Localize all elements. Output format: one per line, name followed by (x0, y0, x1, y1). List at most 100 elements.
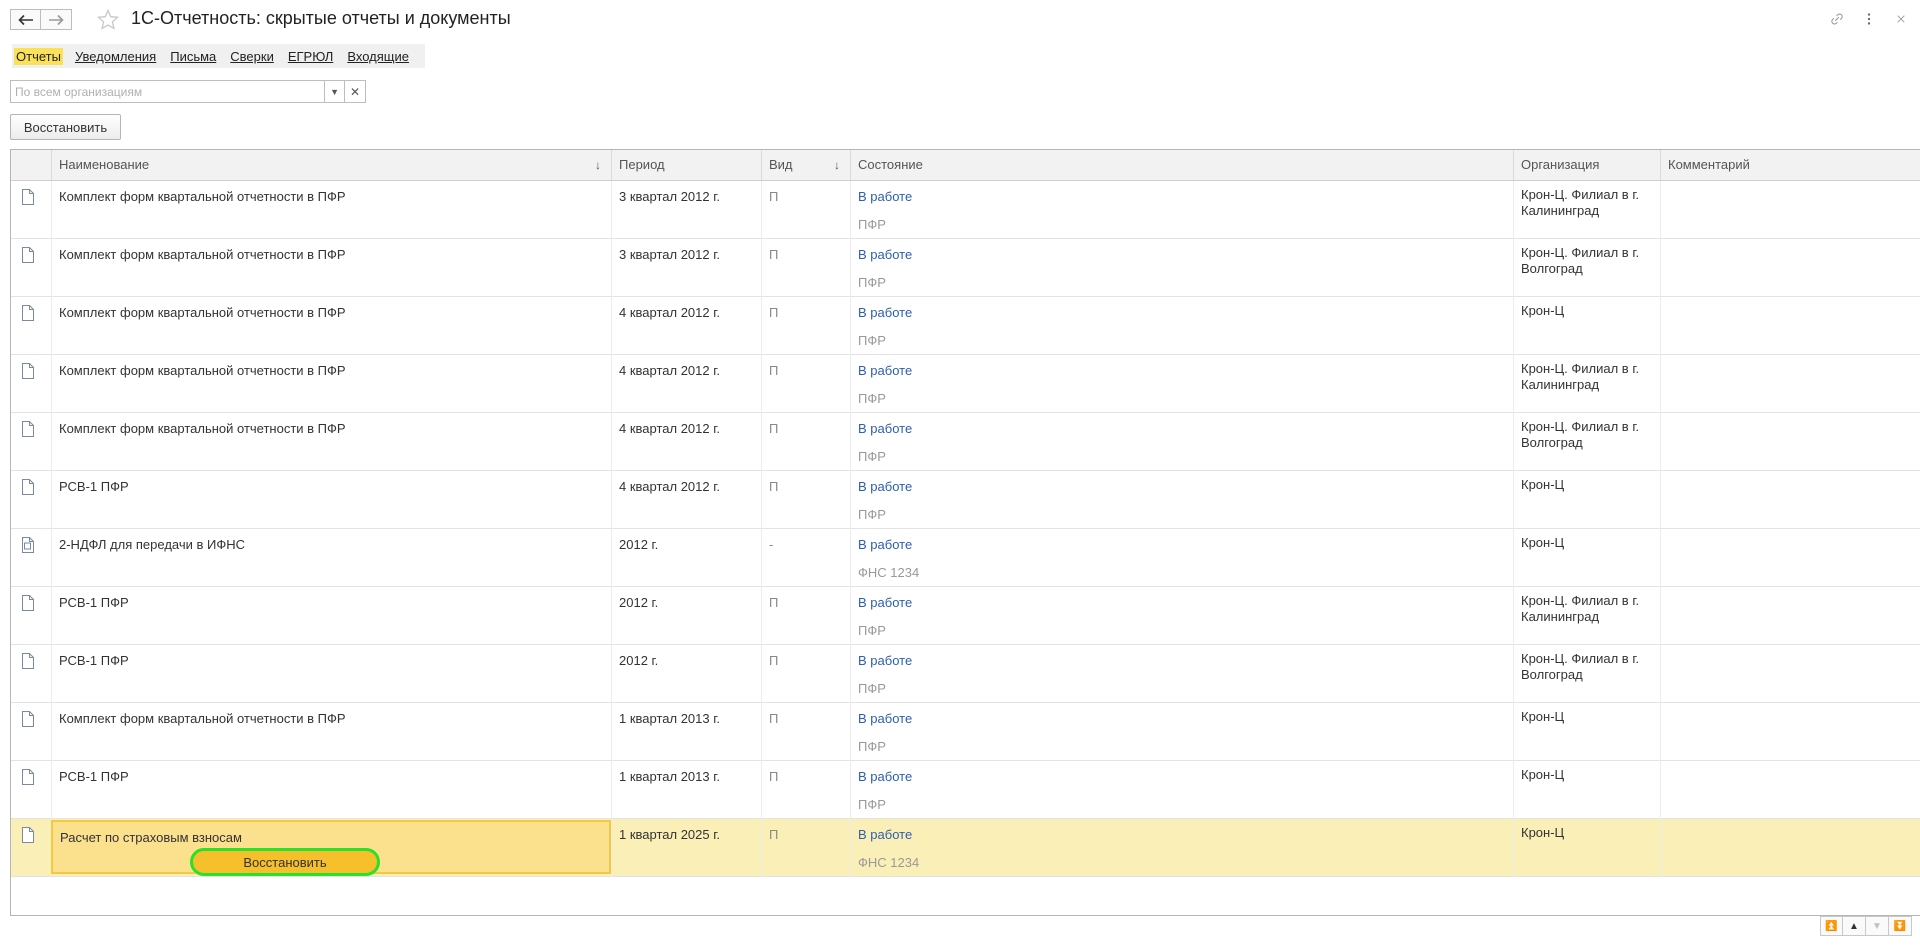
column-header-comment[interactable]: Комментарий (1660, 150, 1920, 180)
state-link[interactable]: В работе (858, 421, 912, 436)
report-period: 3 квартал 2012 г. (619, 189, 720, 204)
cell-state: В работе ПФР (850, 471, 1513, 529)
cell-period: 4 квартал 2012 г. (611, 471, 761, 529)
cell-name[interactable]: РСВ-1 ПФР (51, 587, 611, 645)
tab-reports[interactable]: Отчеты (14, 47, 63, 65)
chevron-down-icon[interactable]: ▼ (324, 80, 346, 103)
cell-period: 2012 г. (611, 529, 761, 587)
state-link[interactable]: В работе (858, 595, 912, 610)
cell-state: В работе ПФР (850, 761, 1513, 819)
table-row[interactable]: РСВ-1 ПФР 2012 г. П В работе ПФР Крон-Ц.… (11, 645, 1920, 703)
star-icon[interactable] (96, 8, 120, 32)
cell-name[interactable]: Расчет по страховым взносам Восстановить (51, 820, 611, 876)
table-row[interactable]: Комплект форм квартальной отчетности в П… (11, 703, 1920, 761)
recipient-label: ПФР (858, 391, 886, 406)
table-row[interactable]: Расчет по страховым взносам Восстановить… (11, 819, 1920, 877)
close-icon[interactable] (1892, 10, 1910, 28)
table-row[interactable]: Комплект форм квартальной отчетности в П… (11, 181, 1920, 239)
report-name: Комплект форм квартальной отчетности в П… (59, 363, 346, 378)
document-icon (22, 769, 34, 785)
cell-organization: Крон-Ц (1513, 471, 1660, 529)
report-kind: П (769, 827, 779, 842)
table-row[interactable]: Комплект форм квартальной отчетности в П… (11, 355, 1920, 413)
row-icon-cell (11, 761, 51, 819)
tab-egrul[interactable]: ЕГРЮЛ (286, 48, 335, 65)
state-link[interactable]: В работе (858, 479, 912, 494)
forward-button[interactable] (41, 9, 72, 30)
column-header-organization[interactable]: Организация (1513, 150, 1660, 180)
report-name: РСВ-1 ПФР (59, 595, 129, 610)
tab-letters[interactable]: Письма (168, 48, 218, 65)
cell-organization: Крон-Ц. Филиал в г. Волгоград (1513, 239, 1660, 297)
document-icon (22, 189, 34, 205)
recipient-label: ФНС 1234 (858, 855, 920, 870)
column-header-name[interactable]: Наименование ↓ (51, 150, 611, 180)
cell-kind: П (761, 761, 850, 819)
table-row[interactable]: Комплект форм квартальной отчетности в П… (11, 297, 1920, 355)
state-link[interactable]: В работе (858, 653, 912, 668)
scroll-to-bottom-icon[interactable]: ⏬ (1889, 916, 1912, 936)
cell-period: 1 квартал 2013 г. (611, 703, 761, 761)
scroll-up-icon[interactable]: ▲ (1843, 916, 1866, 936)
cell-organization: Крон-Ц. Филиал в г. Калининград (1513, 355, 1660, 413)
recipient-label: ПФР (858, 623, 886, 638)
organization-filter-input[interactable] (10, 80, 325, 103)
back-button[interactable] (10, 9, 41, 30)
cell-period: 1 квартал 2025 г. (611, 819, 761, 877)
table-row[interactable]: Комплект форм квартальной отчетности в П… (11, 413, 1920, 471)
cell-kind: П (761, 471, 850, 529)
cell-name[interactable]: Комплект форм квартальной отчетности в П… (51, 239, 611, 297)
cell-name[interactable]: РСВ-1 ПФР (51, 761, 611, 819)
row-icon-cell (11, 471, 51, 529)
cell-name[interactable]: РСВ-1 ПФР (51, 645, 611, 703)
column-header-state[interactable]: Состояние (850, 150, 1513, 180)
table-row[interactable]: РСВ-1 ПФР 4 квартал 2012 г. П В работе П… (11, 471, 1920, 529)
state-link[interactable]: В работе (858, 247, 912, 262)
cell-state: В работе ПФР (850, 587, 1513, 645)
cell-name[interactable]: Комплект форм квартальной отчетности в П… (51, 355, 611, 413)
column-header-period[interactable]: Период (611, 150, 761, 180)
organization-name: Крон-Ц. Филиал в г. Волгоград (1521, 651, 1640, 682)
more-vertical-icon[interactable] (1860, 10, 1878, 28)
sort-down-icon: ↓ (595, 158, 601, 172)
state-link[interactable]: В работе (858, 305, 912, 320)
row-icon-cell (11, 645, 51, 703)
state-link[interactable]: В работе (858, 537, 912, 552)
tab-incoming[interactable]: Входящие (345, 48, 411, 65)
table-row[interactable]: 2-НДФЛ для передачи в ИФНС 2012 г. - В р… (11, 529, 1920, 587)
cell-kind: П (761, 703, 850, 761)
state-link[interactable]: В работе (858, 769, 912, 784)
column-header-kind[interactable]: Вид ↓ (761, 150, 850, 180)
cell-organization: Крон-Ц (1513, 819, 1660, 877)
cell-name[interactable]: РСВ-1 ПФР (51, 471, 611, 529)
row-icon-cell (11, 181, 51, 239)
table-row[interactable]: Комплект форм квартальной отчетности в П… (11, 239, 1920, 297)
tab-notifications[interactable]: Уведомления (73, 48, 158, 65)
cell-period: 4 квартал 2012 г. (611, 355, 761, 413)
cell-name[interactable]: Комплект форм квартальной отчетности в П… (51, 703, 611, 761)
table-row[interactable]: РСВ-1 ПФР 2012 г. П В работе ПФР Крон-Ц.… (11, 587, 1920, 645)
cell-kind: П (761, 297, 850, 355)
row-restore-button[interactable]: Восстановить (190, 848, 380, 876)
state-link[interactable]: В работе (858, 711, 912, 726)
clear-icon[interactable]: ✕ (345, 80, 366, 103)
scroll-to-top-icon[interactable]: ⏫ (1820, 916, 1843, 936)
state-link[interactable]: В работе (858, 827, 912, 842)
restore-button[interactable]: Восстановить (10, 114, 121, 140)
document-icon (22, 711, 34, 727)
cell-name[interactable]: Комплект форм квартальной отчетности в П… (51, 413, 611, 471)
cell-name[interactable]: Комплект форм квартальной отчетности в П… (51, 297, 611, 355)
state-link[interactable]: В работе (858, 189, 912, 204)
page-title: 1С-Отчетность: скрытые отчеты и документ… (131, 8, 511, 28)
scroll-down-icon[interactable]: ▼ (1866, 916, 1889, 936)
cell-name[interactable]: 2-НДФЛ для передачи в ИФНС (51, 529, 611, 587)
window-controls (1828, 10, 1910, 28)
recipient-label: ПФР (858, 507, 886, 522)
link-icon[interactable] (1828, 10, 1846, 28)
document-icon (22, 421, 34, 437)
tab-reconciliations[interactable]: Сверки (228, 48, 276, 65)
state-link[interactable]: В работе (858, 363, 912, 378)
table-row[interactable]: РСВ-1 ПФР 1 квартал 2013 г. П В работе П… (11, 761, 1920, 819)
cell-comment (1660, 529, 1920, 587)
cell-name[interactable]: Комплект форм квартальной отчетности в П… (51, 181, 611, 239)
